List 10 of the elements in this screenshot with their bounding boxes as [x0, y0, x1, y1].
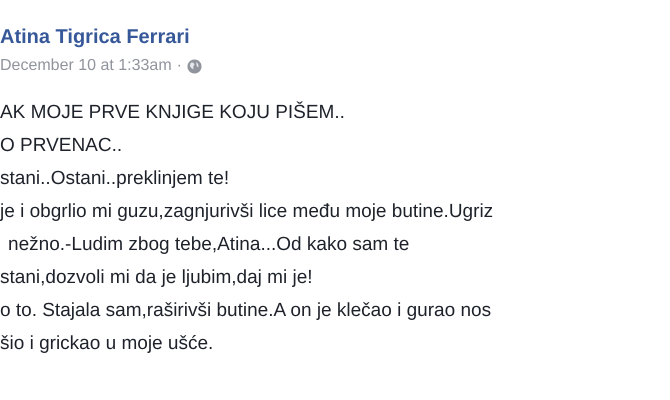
post-text-line: nežno.-Ludim zbog tebe,Atina...Od kako sam te — [7, 233, 410, 257]
post-text-line: šio i grickao u moje ušće. — [0, 332, 214, 356]
post-text-line: stani,dozvoli mi da je ljubim,daj mi je! — [0, 266, 313, 290]
post-text-line: o to. Stajala sam,raširivši butine.A on je klečao i gurao nos — [0, 299, 492, 323]
post-text-line: stani..Ostani..preklinjem te! — [0, 167, 230, 191]
globe-icon — [186, 58, 202, 74]
author-name[interactable]: Atina Tigrica Ferrari — [0, 24, 190, 50]
separator-dot: · — [176, 56, 182, 76]
post-text-line: AK MOJE PRVE KNJIGE KOJU PIŠEM.. — [0, 100, 345, 125]
post-text-line: O PRVENAC.. — [0, 134, 122, 158]
